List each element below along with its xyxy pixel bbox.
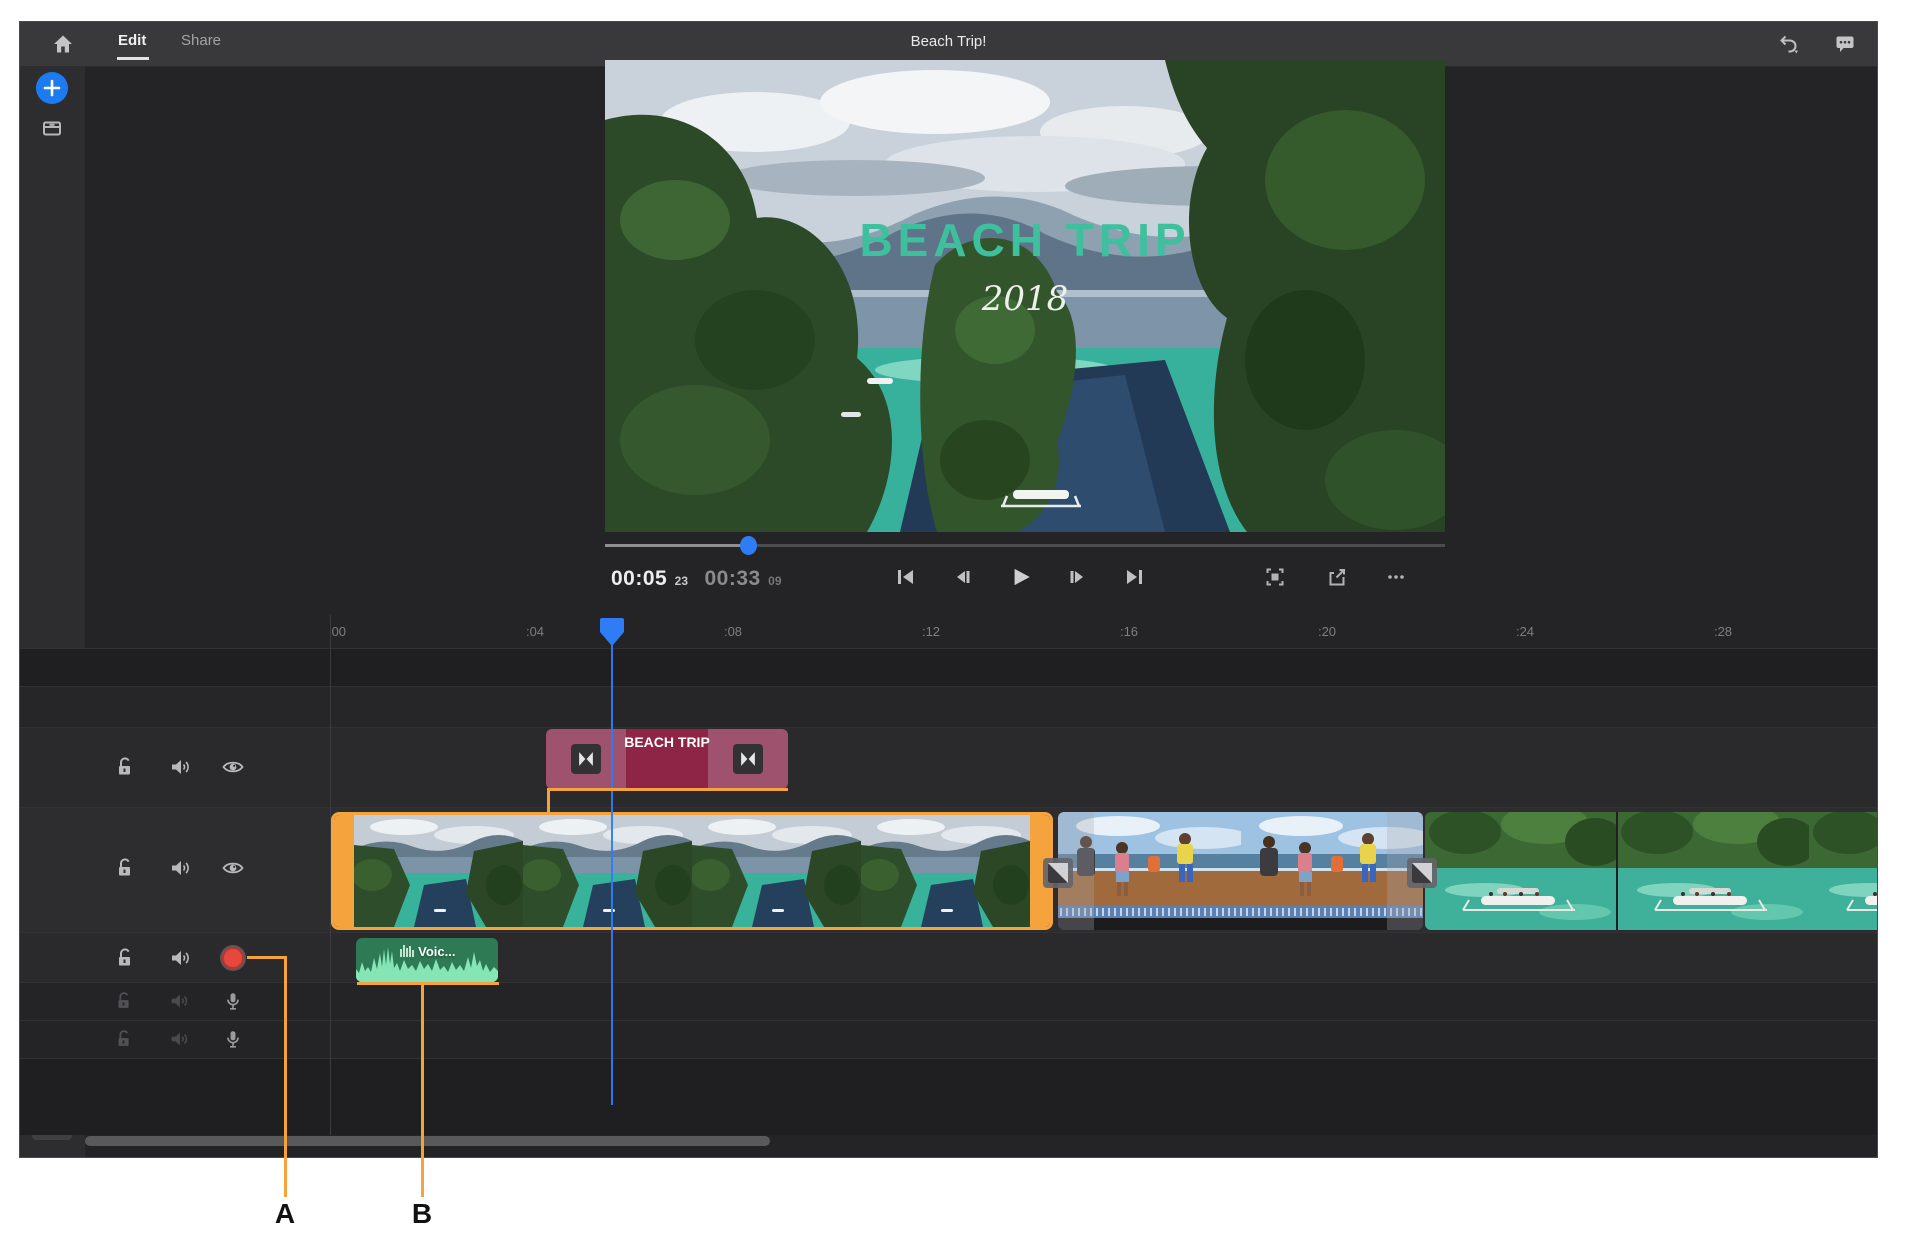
track-row-empty-2: [20, 686, 1877, 727]
ruler-tick: :12: [901, 615, 961, 648]
lock-open-icon[interactable]: [113, 755, 137, 779]
video-clip-3-thumbnails: [1425, 812, 1877, 930]
total-time: 00:33: [704, 567, 760, 590]
title-clip-duration-connector: [547, 788, 550, 814]
preview-overlay-subtitle: 2018: [981, 279, 1069, 319]
frame-back-button[interactable]: [950, 565, 974, 589]
tab-edit-underline: [117, 57, 149, 60]
title-clip[interactable]: BEACH TRIP: [546, 729, 788, 789]
track-row-audio-2: [20, 982, 1877, 1020]
skip-end-button[interactable]: [1123, 565, 1147, 589]
timecode-display: 00:05 23 00:33 09: [611, 567, 782, 591]
timeline-ruler[interactable]: :00 :04 :08 :12 :16 :20 :24 :28: [330, 615, 1877, 648]
media-bin-icon[interactable]: [40, 116, 64, 140]
callout-a-label: A: [271, 1198, 299, 1230]
track-row-audio-3: [20, 1020, 1877, 1058]
tab-edit-label: Edit: [118, 32, 146, 49]
plus-icon: [36, 72, 68, 104]
preview-scrubber-handle[interactable]: [740, 536, 757, 555]
callout-b-label: B: [408, 1198, 436, 1230]
preview-monitor[interactable]: BEACH TRIP 2018: [605, 60, 1445, 532]
voiceover-clip[interactable]: Voic...: [356, 938, 498, 982]
microphone-icon[interactable]: [222, 990, 246, 1014]
video-clip-1-selected[interactable]: [331, 812, 1053, 930]
feedback-icon[interactable]: [1833, 32, 1857, 56]
title-clip-label: BEACH TRIP: [546, 734, 788, 750]
frame-forward-button[interactable]: [1066, 565, 1090, 589]
voiceover-clip-label: Voic...: [356, 944, 498, 959]
transition-icon[interactable]: [1043, 858, 1073, 888]
total-frames: 09: [768, 574, 781, 588]
clip-trim-handle-left[interactable]: [334, 815, 354, 927]
mini-waveform-icon: [399, 945, 415, 957]
ruler-tick: :00: [330, 615, 367, 648]
playhead-line[interactable]: [611, 645, 613, 1105]
tab-share-label: Share: [181, 32, 221, 49]
fullscreen-icon[interactable]: [1263, 565, 1287, 589]
lock-open-icon[interactable]: [113, 856, 137, 880]
visibility-eye-icon[interactable]: [221, 856, 245, 880]
track-row-empty-1: [20, 648, 1877, 686]
video-clip-2[interactable]: [1058, 812, 1423, 930]
callout-a-horizontal: [247, 956, 287, 959]
tab-edit[interactable]: Edit: [118, 32, 146, 54]
microphone-icon[interactable]: [222, 1028, 246, 1052]
timeline-scrollbar[interactable]: [85, 1136, 770, 1146]
video-clip-2-audio-waveform: [1058, 906, 1423, 918]
skip-start-button[interactable]: [893, 565, 917, 589]
speaker-icon[interactable]: [168, 755, 192, 779]
screenshot-canvas: Edit Share Beach Trip!: [0, 0, 1920, 1247]
play-button[interactable]: [1007, 564, 1031, 588]
track-row-voiceover: [20, 932, 1877, 982]
speaker-muted-icon[interactable]: [168, 990, 192, 1014]
track-row-empty-bottom: [20, 1058, 1877, 1135]
ruler-tick: :24: [1495, 615, 1555, 648]
current-time: 00:05: [611, 567, 667, 590]
ruler-tick: :08: [703, 615, 763, 648]
undo-icon[interactable]: [1777, 32, 1801, 56]
title-clip-duration-underline: [547, 788, 788, 791]
speaker-icon[interactable]: [168, 946, 192, 970]
add-media-button[interactable]: [36, 72, 68, 104]
ruler-tick: :04: [505, 615, 565, 648]
transition-icon[interactable]: [1407, 858, 1437, 888]
playhead-marker[interactable]: [599, 617, 625, 647]
ruler-tick: :20: [1297, 615, 1357, 648]
home-icon[interactable]: [51, 32, 75, 56]
current-frames: 23: [675, 574, 688, 588]
visibility-eye-icon[interactable]: [221, 755, 245, 779]
lock-open-icon[interactable]: [113, 1028, 137, 1052]
video-clip-1-thumbnails: [354, 815, 1030, 927]
ruler-tick: :16: [1099, 615, 1159, 648]
video-clip-3[interactable]: [1425, 812, 1877, 930]
tab-share[interactable]: Share: [181, 32, 221, 54]
preview-overlay-title: BEACH TRIP: [859, 214, 1190, 266]
video-clip-2-thumbnails: [1058, 812, 1423, 918]
record-voiceover-button[interactable]: [222, 947, 244, 969]
ruler-tick: :28: [1693, 615, 1753, 648]
callout-a-vertical: [284, 956, 287, 1197]
track-row-title: [20, 727, 1877, 807]
lock-open-icon[interactable]: [113, 990, 137, 1014]
more-options-icon[interactable]: [1384, 565, 1408, 589]
preview-video-frame: BEACH TRIP 2018: [605, 60, 1445, 532]
speaker-muted-icon[interactable]: [168, 1028, 192, 1052]
callout-b-vertical: [421, 985, 424, 1197]
speaker-icon[interactable]: [168, 856, 192, 880]
export-frame-icon[interactable]: [1325, 565, 1349, 589]
lock-open-icon[interactable]: [113, 946, 137, 970]
voiceover-underline: [357, 982, 499, 985]
preview-scrubber-played: [605, 544, 751, 547]
